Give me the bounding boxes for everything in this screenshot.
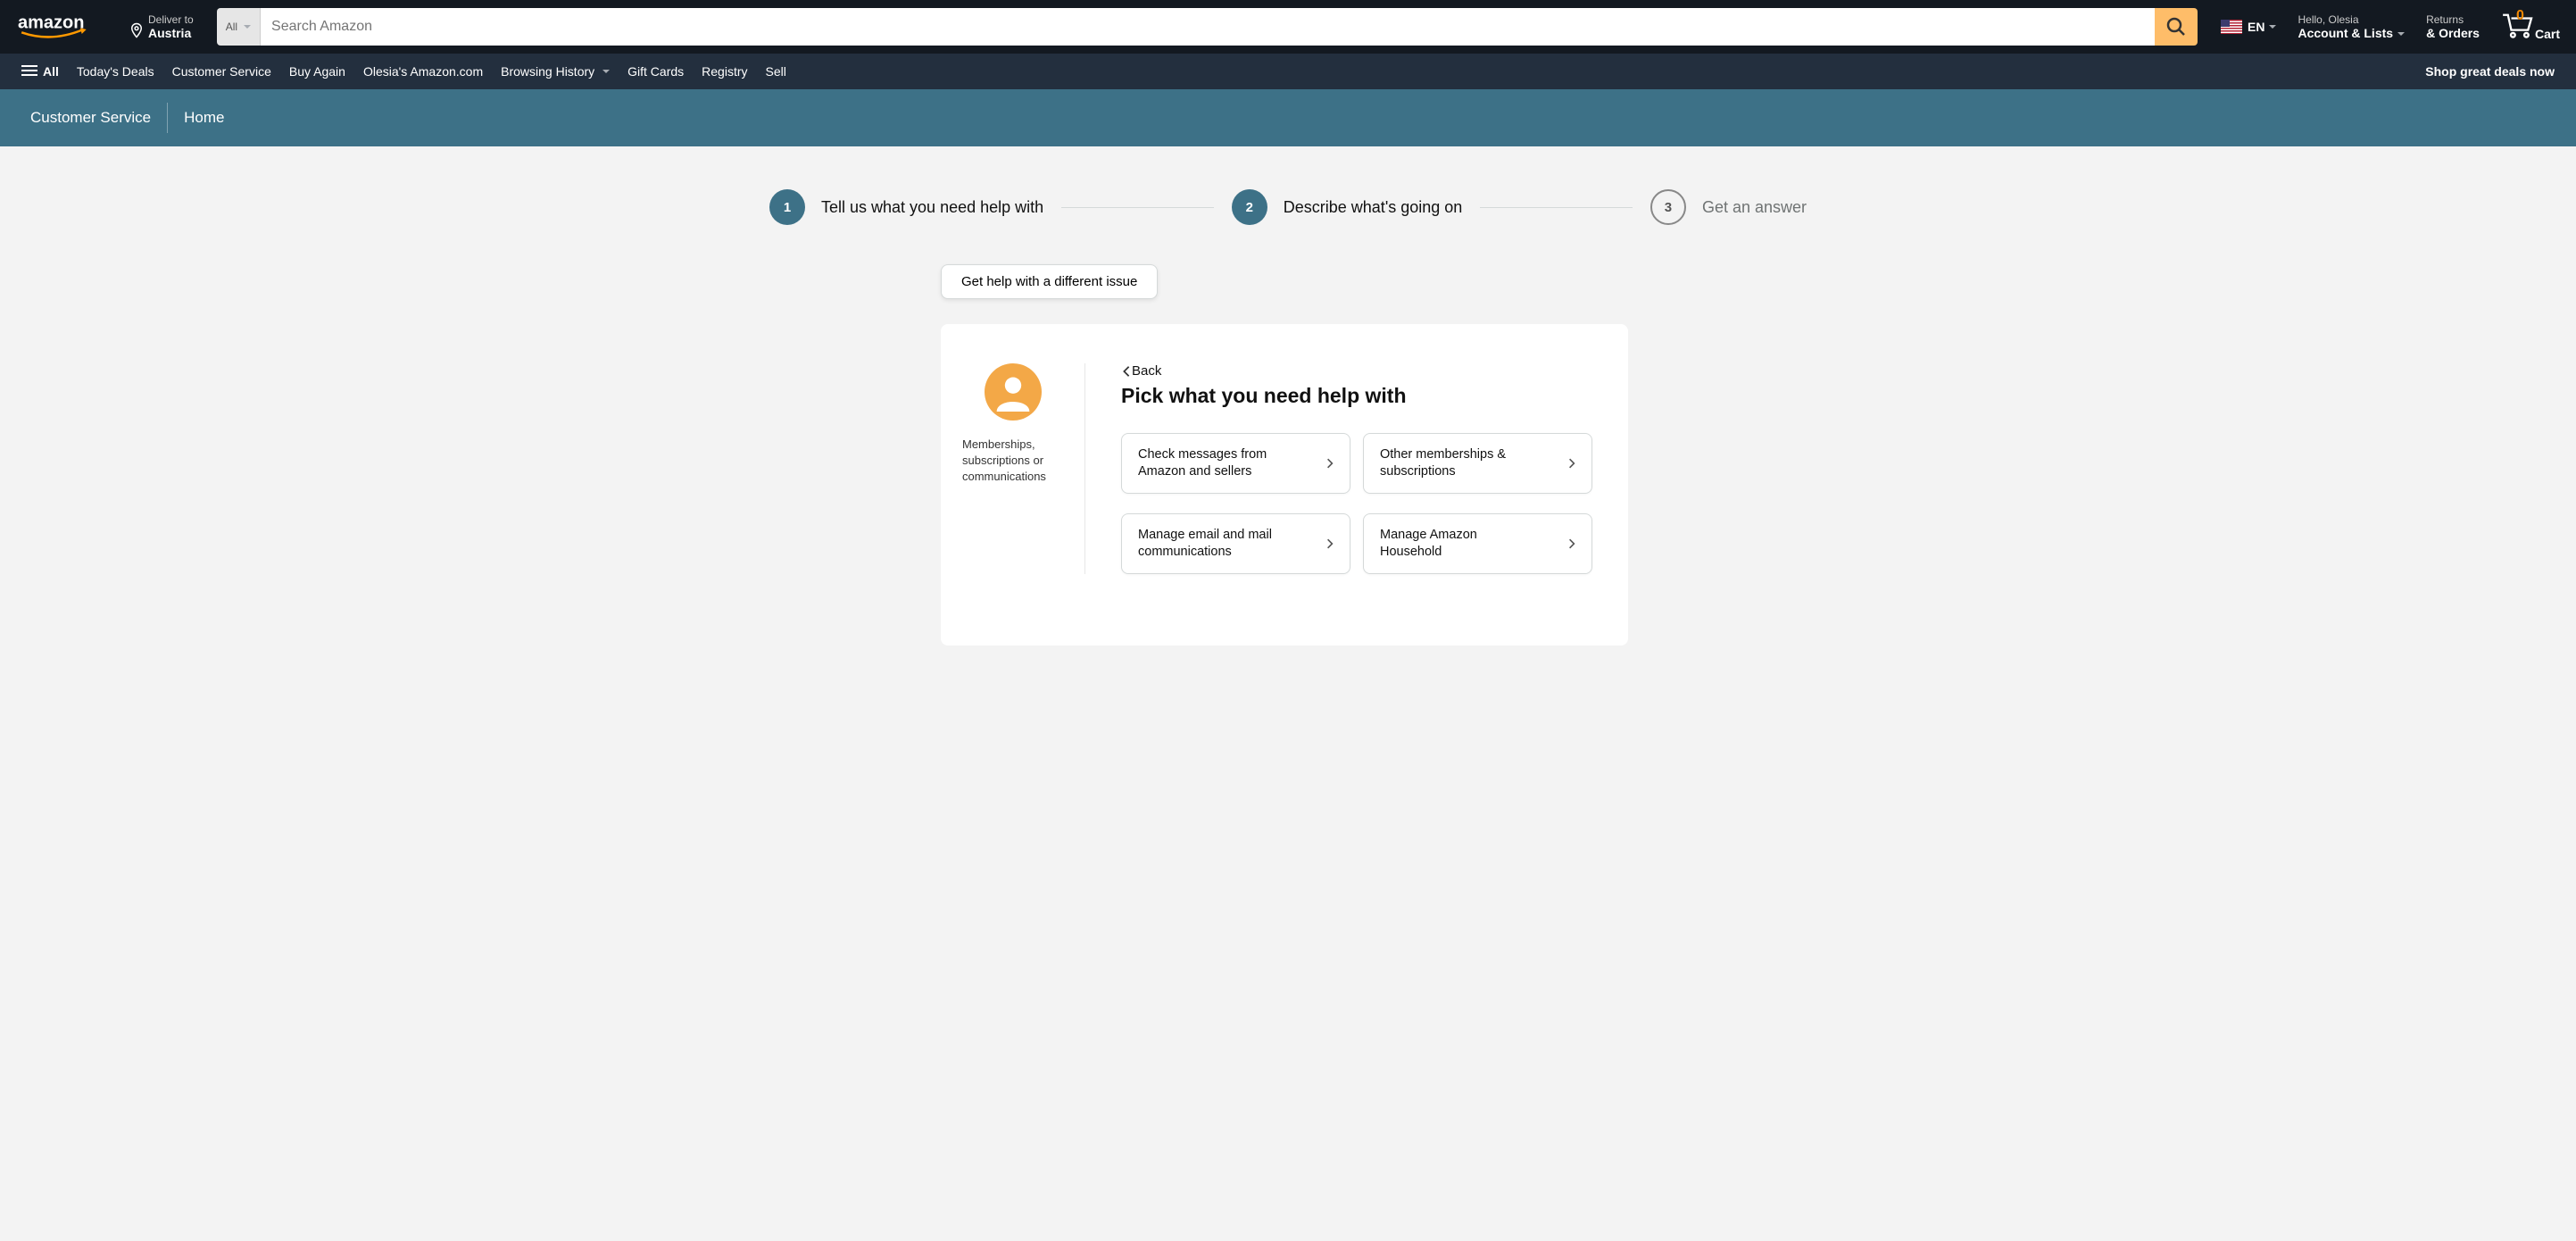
hamburger-icon [21, 65, 37, 78]
chevron-right-icon [1568, 457, 1575, 470]
card-category-label: Memberships, subscriptions or communicat… [962, 437, 1063, 485]
nav-item-todays-deals[interactable]: Today's Deals [68, 57, 163, 86]
option-other-memberships[interactable]: Other memberships & subscriptions [1363, 433, 1592, 494]
cs-nav-customer-service[interactable]: Customer Service [14, 103, 167, 133]
caret-down-icon [244, 25, 251, 29]
card-body: Back Pick what you need help with Check … [1085, 363, 1628, 574]
search-input[interactable] [261, 8, 2155, 46]
language-selector[interactable]: EN [2214, 14, 2283, 39]
profile-icon [985, 363, 1042, 421]
option-manage-email[interactable]: Manage email and mail communications [1121, 513, 1350, 574]
chevron-left-icon [1121, 365, 1132, 378]
top-nav: amazon Deliver to Austria All EN Hello, … [0, 0, 2576, 54]
sub-nav: All Today's Deals Customer Service Buy A… [0, 54, 2576, 89]
step-1: 1 Tell us what you need help with [769, 189, 1043, 225]
help-card: Memberships, subscriptions or communicat… [941, 324, 1628, 645]
nav-item-customer-service[interactable]: Customer Service [163, 57, 280, 86]
caret-down-icon [602, 70, 610, 73]
nav-item-your-amazon[interactable]: Olesia's Amazon.com [354, 57, 492, 86]
search-icon [2165, 16, 2187, 37]
deliver-to[interactable]: Deliver to Austria [121, 8, 201, 46]
progress-stepper: 1 Tell us what you need help with 2 Desc… [769, 189, 1807, 225]
main-content: 1 Tell us what you need help with 2 Desc… [769, 146, 1807, 645]
step-divider [1061, 207, 1214, 208]
svg-text:amazon: amazon [18, 12, 84, 32]
nav-item-promo[interactable]: Shop great deals now [2416, 57, 2564, 86]
option-manage-household[interactable]: Manage Amazon Household [1363, 513, 1592, 574]
search-button[interactable] [2155, 8, 2198, 46]
option-check-messages[interactable]: Check messages from Amazon and sellers [1121, 433, 1350, 494]
different-issue-button[interactable]: Get help with a different issue [941, 264, 1158, 299]
deliver-label: Deliver to [148, 13, 194, 26]
account-menu[interactable]: Hello, Olesia Account & Lists [2290, 8, 2412, 46]
location-icon [129, 21, 145, 39]
nav-item-browsing-history[interactable]: Browsing History [492, 57, 619, 86]
chevron-right-icon [1326, 457, 1334, 470]
deliver-location: Austria [148, 26, 194, 40]
nav-item-gift-cards[interactable]: Gift Cards [619, 57, 693, 86]
chevron-right-icon [1568, 537, 1575, 550]
back-link[interactable]: Back [1121, 363, 1592, 379]
help-options: Check messages from Amazon and sellers O… [1121, 433, 1592, 574]
search-bar: All [217, 8, 2198, 46]
cart-link[interactable]: 0 Cart [2494, 6, 2567, 48]
nav-item-sell[interactable]: Sell [757, 57, 795, 86]
caret-down-icon [2397, 32, 2405, 36]
cs-nav: Customer Service Home [0, 89, 2576, 146]
search-category-dropdown[interactable]: All [217, 8, 261, 46]
step-divider [1480, 207, 1633, 208]
caret-down-icon [2269, 25, 2276, 29]
cs-nav-home[interactable]: Home [168, 103, 240, 133]
flag-us-icon [2221, 20, 2242, 34]
chevron-right-icon [1326, 537, 1334, 550]
card-sidebar: Memberships, subscriptions or communicat… [941, 363, 1085, 574]
nav-item-buy-again[interactable]: Buy Again [280, 57, 354, 86]
step-3: 3 Get an answer [1650, 189, 1807, 225]
nav-all-menu[interactable]: All [12, 57, 68, 86]
card-title: Pick what you need help with [1121, 384, 1592, 408]
nav-item-registry[interactable]: Registry [693, 57, 756, 86]
cart-count: 0 [2516, 8, 2524, 24]
amazon-logo[interactable]: amazon [11, 4, 114, 51]
returns-orders[interactable]: Returns & Orders [2419, 8, 2487, 46]
step-2: 2 Describe what's going on [1232, 189, 1463, 225]
